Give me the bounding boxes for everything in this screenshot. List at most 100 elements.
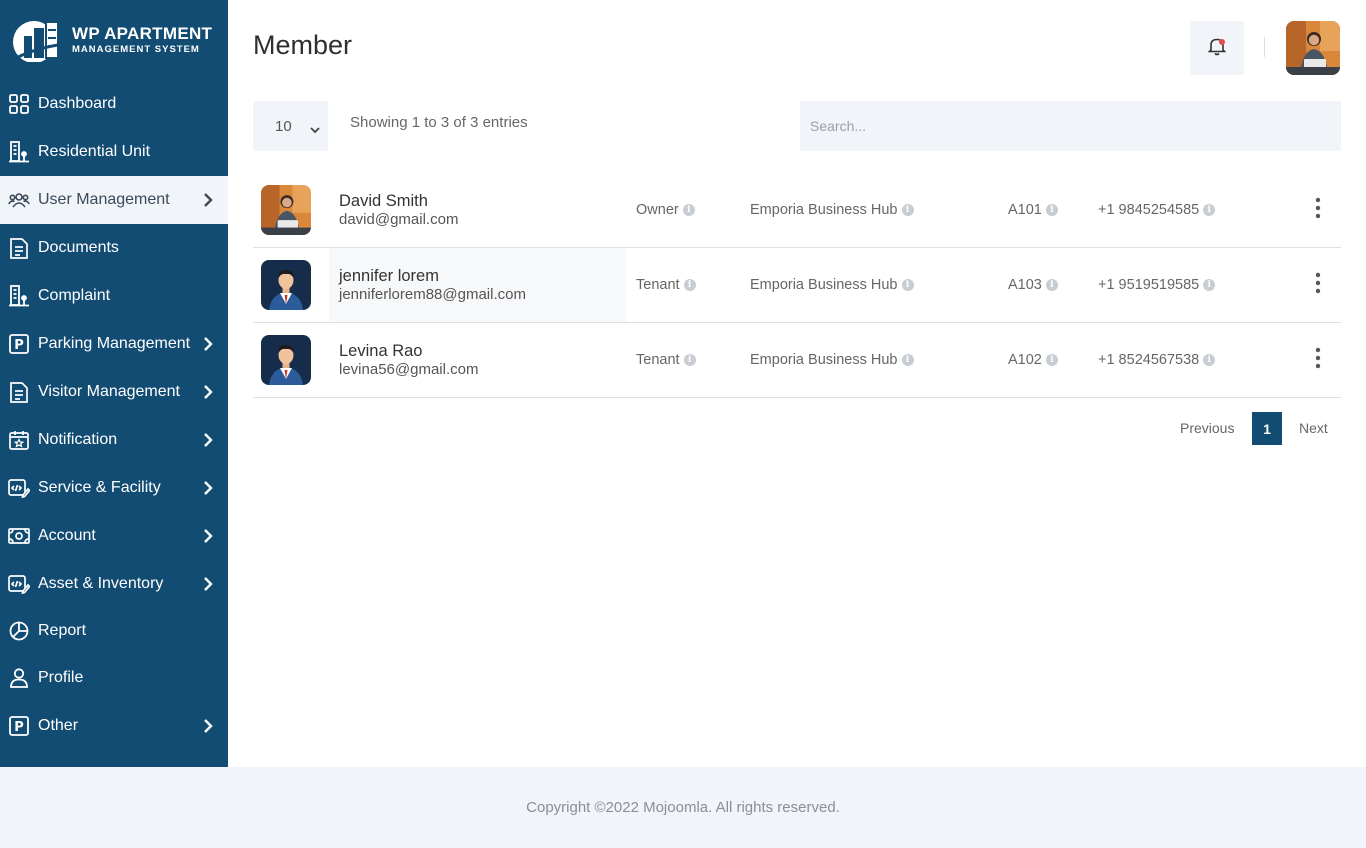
table-row[interactable]: David Smith david@gmail.com Owner i Empor…: [253, 173, 1341, 248]
parking-icon: P: [8, 333, 30, 355]
info-icon[interactable]: i: [1045, 204, 1058, 216]
code-edit-icon: [8, 477, 30, 499]
member-role: Owner i: [636, 173, 695, 247]
chevron-right-icon: [200, 575, 216, 593]
chevron-right-icon: [200, 335, 216, 353]
sidebar: WP APARTMENT MANAGEMENT SYSTEM Dashboard…: [0, 0, 228, 767]
page-length-select[interactable]: 10: [253, 101, 328, 151]
table-row[interactable]: Levina Rao levina56@gmail.com Tenant i Em…: [253, 323, 1341, 398]
pagination-next[interactable]: Next: [1299, 412, 1328, 444]
member-name[interactable]: Levina Rao: [339, 342, 422, 361]
member-avatar: [261, 185, 311, 235]
more-vertical-icon: [1315, 197, 1321, 223]
member-name[interactable]: jennifer lorem: [339, 267, 439, 286]
member-unit: A103 i: [1008, 248, 1058, 322]
member-phone: +1 9845254585 i: [1098, 173, 1216, 247]
member-unit-text: A102: [1008, 352, 1042, 368]
user-avatar[interactable]: [1286, 21, 1340, 75]
member-unit: A102 i: [1008, 323, 1058, 397]
info-icon[interactable]: i: [1203, 279, 1216, 291]
building-icon: [8, 285, 30, 307]
info-icon[interactable]: i: [683, 354, 696, 366]
member-phone-text: +1 8524567538: [1098, 352, 1200, 368]
info-icon[interactable]: i: [1203, 354, 1216, 366]
chevron-right-icon: [200, 479, 216, 497]
more-vertical-icon: [1315, 272, 1321, 298]
info-icon[interactable]: i: [1045, 354, 1058, 366]
more-vertical-icon: [1315, 347, 1321, 373]
pagination-page-1[interactable]: 1: [1252, 412, 1282, 445]
sidebar-item-label: Visitor Management: [38, 383, 180, 400]
member-role: Tenant i: [636, 248, 696, 322]
document-icon: [8, 381, 30, 403]
info-icon[interactable]: i: [901, 279, 914, 291]
info-icon[interactable]: i: [901, 354, 914, 366]
sidebar-item-notification[interactable]: Notification: [0, 416, 228, 464]
row-actions-button[interactable]: [1305, 248, 1331, 322]
svg-text:P: P: [14, 338, 24, 353]
chevron-right-icon: [200, 191, 216, 209]
building-icon: [8, 141, 30, 163]
sidebar-item-label: Parking Management: [38, 335, 191, 352]
sidebar-item-asset-inventory[interactable]: Asset & Inventory: [0, 560, 228, 608]
entries-info: Showing 1 to 3 of 3 entries: [350, 114, 528, 131]
info-icon[interactable]: i: [682, 204, 695, 216]
member-phone-text: +1 9845254585: [1098, 202, 1200, 218]
member-phone: +1 8524567538 i: [1098, 323, 1216, 397]
sidebar-item-other[interactable]: P Other: [0, 702, 228, 750]
member-building: Emporia Business Hub i: [750, 248, 914, 322]
member-building-text: Emporia Business Hub: [750, 352, 898, 368]
app-logo[interactable]: WP APARTMENT MANAGEMENT SYSTEM: [0, 0, 228, 80]
sidebar-item-user-management[interactable]: User Management: [0, 176, 228, 224]
info-icon[interactable]: i: [683, 279, 696, 291]
member-building-text: Emporia Business Hub: [750, 202, 898, 218]
sidebar-item-label: Profile: [38, 669, 84, 686]
dashboard-icon: [8, 93, 30, 115]
code-edit-icon: [8, 573, 30, 595]
member-role-text: Tenant: [636, 277, 680, 293]
sidebar-item-label: Asset & Inventory: [38, 575, 164, 592]
sidebar-item-label: Report: [38, 622, 87, 639]
sidebar-item-dashboard[interactable]: Dashboard: [0, 80, 228, 128]
member-name[interactable]: David Smith: [339, 192, 428, 211]
member-phone-text: +1 9519519585: [1098, 277, 1200, 293]
logo-title: WP APARTMENT: [72, 24, 213, 44]
row-actions-button[interactable]: [1305, 173, 1331, 247]
search-input[interactable]: [800, 101, 1341, 151]
sidebar-item-report[interactable]: Report: [0, 608, 228, 654]
sidebar-item-visitor-management[interactable]: Visitor Management: [0, 368, 228, 416]
member-role: Tenant i: [636, 323, 696, 397]
document-icon: [8, 237, 30, 259]
header-divider: [1264, 37, 1265, 57]
sidebar-item-service-facility[interactable]: Service & Facility: [0, 464, 228, 512]
member-phone: +1 9519519585 i: [1098, 248, 1216, 322]
copyright-text: Copyright ©2022 Mojoomla. All rights res…: [526, 799, 840, 816]
sidebar-item-complaint[interactable]: Complaint: [0, 272, 228, 320]
sidebar-item-account[interactable]: Account: [0, 512, 228, 560]
chevron-right-icon: [200, 431, 216, 449]
member-unit-text: A103: [1008, 277, 1042, 293]
page-length-value: 10: [275, 117, 292, 135]
member-building: Emporia Business Hub i: [750, 173, 914, 247]
page-title: Member: [253, 30, 353, 60]
sidebar-item-profile[interactable]: Profile: [0, 654, 228, 702]
table-row[interactable]: jennifer lorem jenniferlorem88@gmail.com…: [253, 248, 1341, 323]
parking-icon: P: [8, 715, 30, 737]
member-unit: A101 i: [1008, 173, 1058, 247]
pagination-previous[interactable]: Previous: [1180, 412, 1234, 444]
chevron-down-icon: [310, 121, 320, 138]
money-icon: [8, 525, 30, 547]
sidebar-item-documents[interactable]: Documents: [0, 224, 228, 272]
svg-text:P: P: [14, 720, 24, 735]
row-actions-button[interactable]: [1305, 323, 1331, 397]
info-icon[interactable]: i: [901, 204, 914, 216]
info-icon[interactable]: i: [1203, 204, 1216, 216]
sidebar-item-label: Service & Facility: [38, 479, 161, 496]
chevron-right-icon: [200, 527, 216, 545]
sidebar-item-residential-unit[interactable]: Residential Unit: [0, 128, 228, 176]
sidebar-item-parking-management[interactable]: P Parking Management: [0, 320, 228, 368]
main-content: Member 10 Showing 1 to 3 of 3 entries Se…: [228, 0, 1366, 767]
sidebar-item-label: Documents: [38, 239, 119, 256]
info-icon[interactable]: i: [1045, 279, 1058, 291]
notification-button[interactable]: [1190, 21, 1244, 75]
